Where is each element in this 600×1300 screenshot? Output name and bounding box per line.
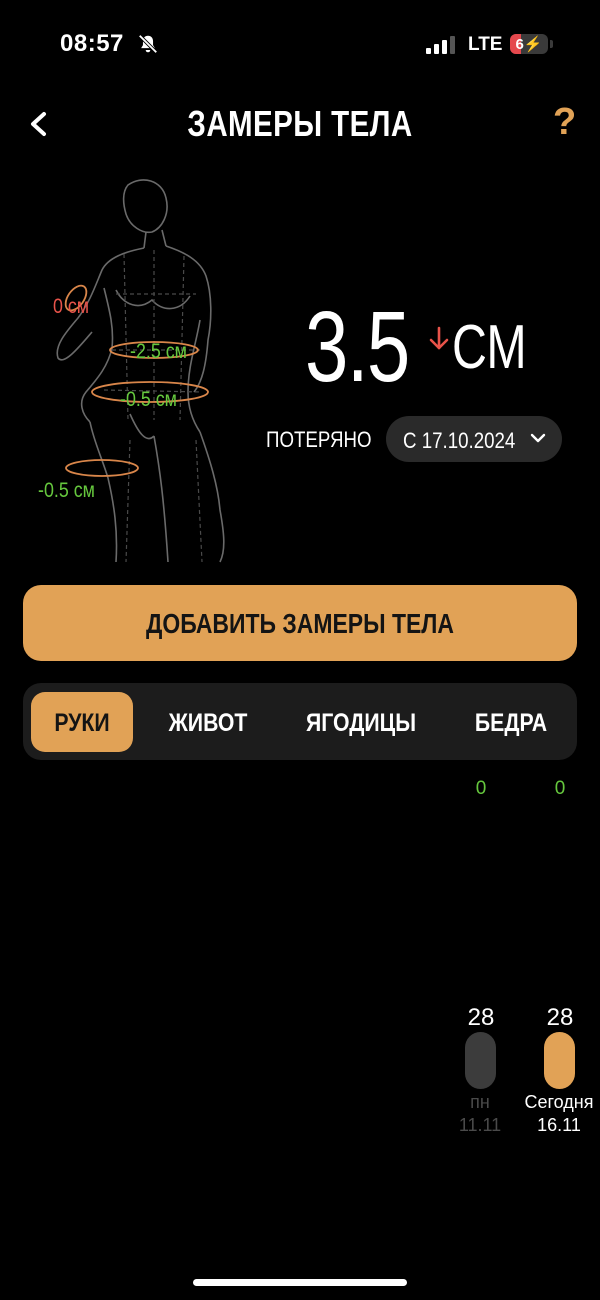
network-label: LTE [468,34,503,55]
measurement-thigh: -0.5 см [38,479,95,502]
tab-belly[interactable]: ЖИВОТ [153,692,263,752]
battery-cap [550,40,553,48]
signal-icon [426,36,455,54]
lost-label: ПОТЕРЯНО [266,427,372,452]
measurement-waist: -0.5 см [120,388,177,411]
battery-icon: 6⚡ [510,34,548,54]
lost-value: 3.5 [305,291,410,403]
body-part-tabs: РУКИ ЖИВОТ ЯГОДИЦЫ БЕДРА [23,683,577,760]
measurement-chest: -2.5 см [130,340,187,363]
body-silhouette [56,179,225,563]
chart-bar[interactable] [465,1032,496,1089]
page-title: ЗАМЕРЫ ТЕЛА [187,103,413,144]
tab-label: ЖИВОТ [168,709,248,737]
down-arrow-icon [429,326,449,350]
battery-percent: 6⚡ [515,36,543,53]
back-button[interactable] [24,106,54,142]
lost-unit: СМ [452,313,527,382]
chevron-down-icon [530,433,546,443]
tab-label: ЯГОДИЦЫ [305,709,417,737]
measurement-arm: 0 см [53,295,90,318]
status-time: 08:57 [60,30,124,57]
tab-thighs[interactable]: БЕДРА [453,692,569,752]
date-range-dropdown[interactable]: С 17.10.2024 [386,416,562,462]
chart-delta-label: 0 [475,778,487,799]
tab-glutes[interactable]: ЯГОДИЦЫ [291,692,431,752]
bar-day-label: Сегодня [524,1092,594,1112]
bar-date-label: 16.11 [537,1115,581,1135]
tab-label: РУКИ [54,709,110,737]
home-indicator[interactable] [193,1279,407,1286]
status-bar: 08:57 LTE 6⚡ [0,0,600,90]
chart-bar-today[interactable] [544,1032,575,1089]
bell-muted-icon [138,34,158,54]
add-measurements-button[interactable]: ДОБАВИТЬ ЗАМЕРЫ ТЕЛА [23,585,577,661]
add-measurements-label: ДОБАВИТЬ ЗАМЕРЫ ТЕЛА [145,608,455,639]
body-figure: 0 см -2.5 см -0.5 см -0.5 см [20,170,250,570]
help-button[interactable]: ? [553,101,576,144]
date-range-label: С 17.10.2024 [403,428,516,453]
bar-value-label: 28 [467,1004,495,1031]
bar-value-label: 28 [546,1004,574,1031]
tab-arms[interactable]: РУКИ [31,692,133,752]
tab-label: БЕДРА [474,709,548,737]
chart-delta-label: 0 [554,778,566,799]
